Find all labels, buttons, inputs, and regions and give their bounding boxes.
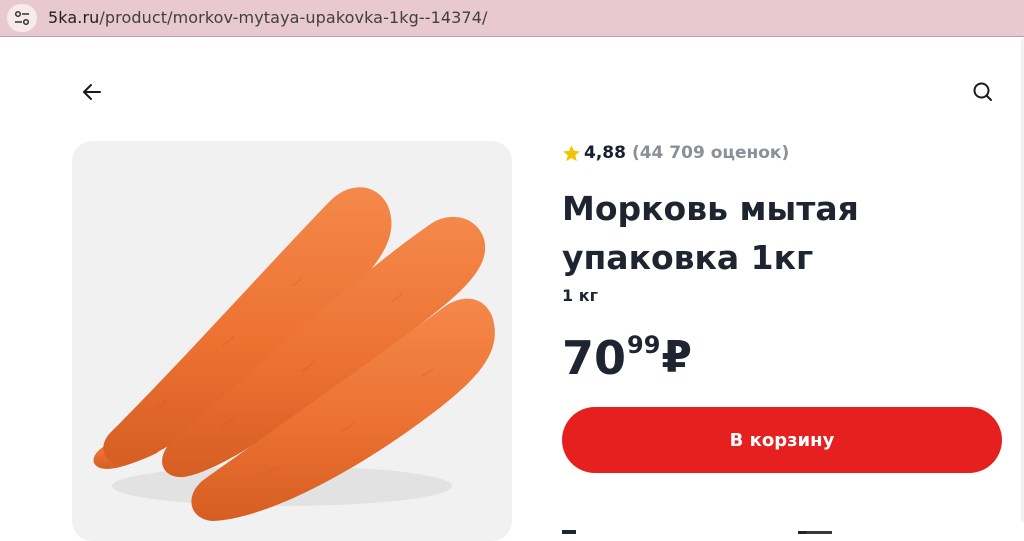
- product-page: 4,88 (44 709 оценок) Морковь мытая упако…: [0, 38, 1024, 541]
- arrow-left-icon: [83, 84, 101, 100]
- search-icon: [973, 82, 992, 101]
- url-field[interactable]: 5ka.ru/product/morkov-mytaya-upakovka-1k…: [48, 8, 487, 27]
- search-button[interactable]: [969, 78, 997, 106]
- truncated-text-line: [562, 530, 832, 534]
- product-weight: 1 кг: [562, 286, 598, 305]
- site-settings-button[interactable]: [7, 4, 37, 32]
- product-image[interactable]: [72, 141, 512, 541]
- url-host: 5ka.ru: [48, 8, 100, 27]
- back-button[interactable]: [78, 78, 106, 106]
- add-to-cart-button[interactable]: В корзину: [562, 407, 1002, 473]
- currency-sign: ₽: [661, 332, 693, 383]
- price-rubles: 70: [562, 331, 627, 385]
- product-price: 70 99 ₽: [562, 328, 692, 388]
- carrots-image: [93, 187, 495, 521]
- star-icon: [563, 144, 580, 161]
- url-path: /product/morkov-mytaya-upakovka-1kg--143…: [99, 8, 488, 27]
- rating-count: (44 709 оценок): [631, 143, 790, 163]
- rating[interactable]: 4,88 (44 709 оценок): [562, 142, 789, 164]
- tune-icon: [14, 10, 30, 26]
- product-title: Морковь мытая упаковка 1кг: [562, 189, 859, 277]
- address-bar: 5ka.ru/product/morkov-mytaya-upakovka-1k…: [0, 0, 1024, 37]
- rating-value: 4,88: [584, 143, 626, 163]
- price-kopecks: 99: [627, 331, 661, 359]
